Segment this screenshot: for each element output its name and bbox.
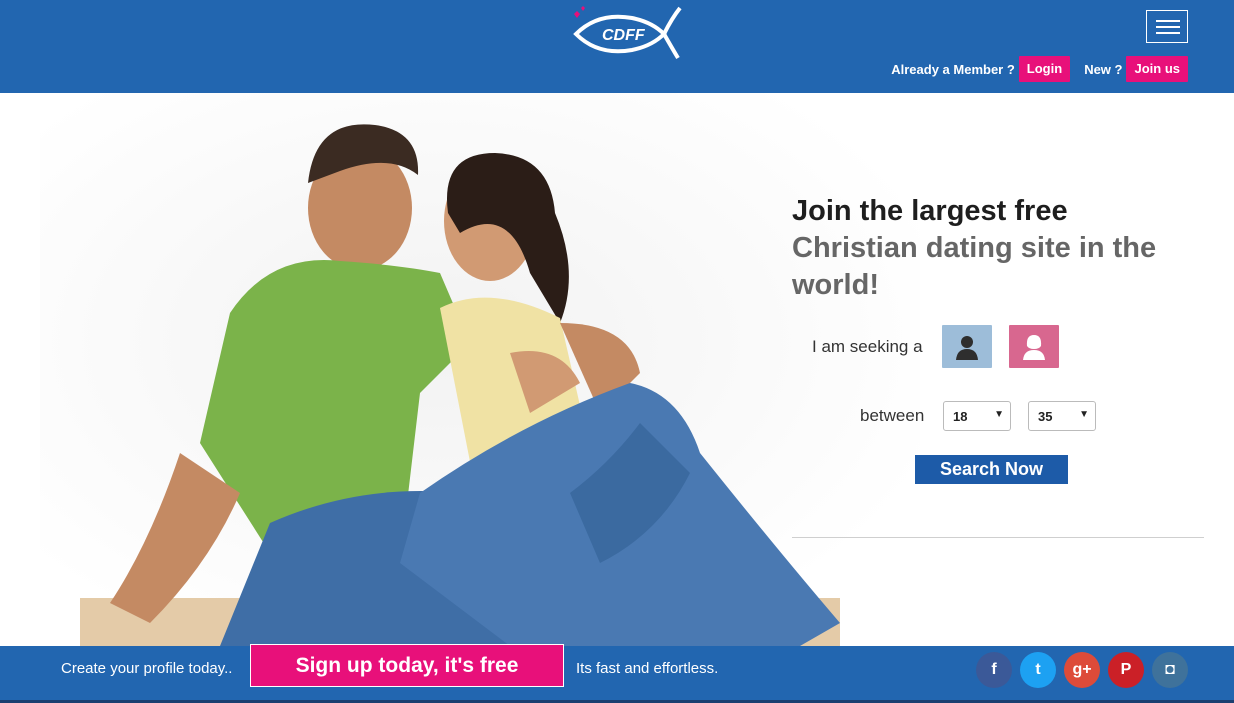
age-max-value: 35	[1038, 409, 1053, 424]
site-header: CDFF Already a Member ? Login New ? Join…	[0, 0, 1234, 93]
headline-line2: Christian dating site in the world!	[792, 232, 1157, 301]
google-plus-icon[interactable]: g+	[1064, 652, 1100, 688]
logo-text: CDFF	[602, 27, 646, 44]
pinterest-icon[interactable]: P	[1108, 652, 1144, 688]
chevron-down-icon: ▼	[994, 409, 1004, 420]
headline-line1: Join the largest free	[792, 195, 1068, 227]
heart-icon	[574, 11, 580, 18]
seeking-male-button[interactable]	[942, 325, 992, 368]
new-prompt: New ?	[1084, 61, 1123, 77]
seeking-row: I am seeking a	[812, 325, 1076, 368]
sign-up-button[interactable]: Sign up today, it's free	[250, 644, 564, 687]
fast-effortless-text: Its fast and effortless.	[576, 660, 719, 677]
male-silhouette-icon	[956, 335, 978, 360]
divider	[792, 537, 1204, 538]
seeking-female-button[interactable]	[1009, 325, 1059, 368]
search-now-button[interactable]: Search Now	[915, 455, 1068, 484]
instagram-icon[interactable]: ◘	[1152, 652, 1188, 688]
age-min-select[interactable]: 18 ▼	[943, 401, 1011, 431]
age-range-row: between 18 ▼ 35 ▼	[860, 401, 1113, 431]
headline: Join the largest free Christian dating s…	[792, 193, 1212, 304]
age-max-select[interactable]: 35 ▼	[1028, 401, 1096, 431]
member-prompt: Already a Member ?	[891, 61, 1015, 77]
facebook-icon[interactable]: f	[976, 652, 1012, 688]
join-us-button[interactable]: Join us	[1126, 56, 1188, 82]
header-auth-links: Already a Member ? Login New ? Join us	[891, 56, 1188, 82]
seeking-label: I am seeking a	[812, 336, 923, 356]
heart-icon	[581, 6, 585, 11]
age-min-value: 18	[953, 409, 968, 424]
between-label: between	[860, 406, 925, 425]
hero-section: Join the largest free Christian dating s…	[0, 93, 1234, 646]
create-profile-text: Create your profile today..	[61, 660, 233, 677]
couple-photo	[40, 93, 920, 646]
hamburger-menu-button[interactable]	[1146, 10, 1188, 43]
login-button[interactable]: Login	[1018, 56, 1071, 82]
female-silhouette-icon	[1023, 334, 1045, 360]
search-panel: Join the largest free Christian dating s…	[792, 193, 1212, 538]
cdff-logo[interactable]: CDFF	[568, 4, 684, 60]
chevron-down-icon: ▼	[1079, 409, 1089, 420]
twitter-icon[interactable]: t	[1020, 652, 1056, 688]
signup-bar: Create your profile today.. Sign up toda…	[0, 644, 1234, 703]
